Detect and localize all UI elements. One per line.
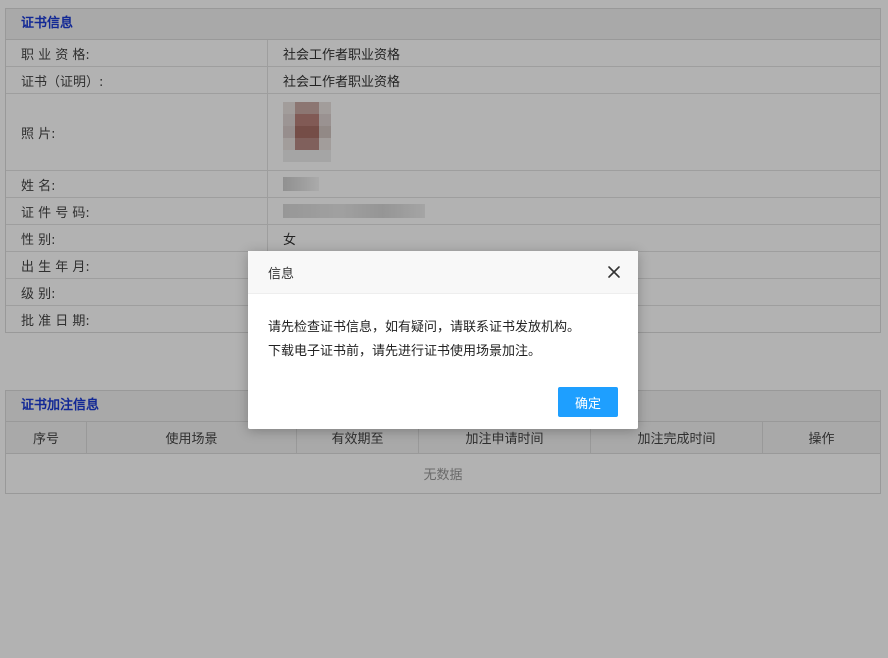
info-dialog: 信息 请先检查证书信息，如有疑问，请联系证书发放机构。 下载电子证书前，请先进行… <box>248 251 638 429</box>
dialog-message-line-2: 下载电子证书前，请先进行证书使用场景加注。 <box>268 344 542 359</box>
page: 证书信息 职 业 资 格: 社会工作者职业资格 证书（证明）: 社会工作者职业资… <box>0 0 888 658</box>
close-icon[interactable] <box>606 264 622 280</box>
confirm-button[interactable]: 确定 <box>558 387 618 417</box>
dialog-footer: 确定 <box>558 387 618 417</box>
dialog-title: 信息 <box>268 266 295 282</box>
dialog-message-line-1: 请先检查证书信息，如有疑问，请联系证书发放机构。 <box>268 320 581 335</box>
dialog-content: 请先检查证书信息，如有疑问，请联系证书发放机构。 下载电子证书前，请先进行证书使… <box>248 294 638 364</box>
dialog-header: 信息 <box>248 251 638 294</box>
